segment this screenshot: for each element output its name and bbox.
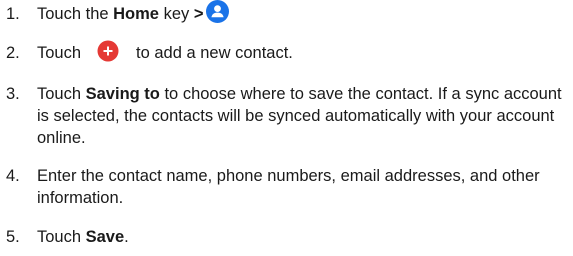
arrow-symbol: > — [193, 5, 204, 23]
saving-to-label: Saving to — [85, 85, 160, 103]
step-text: Touch to add a new contact. — [37, 40, 569, 64]
home-key-label: Home — [113, 5, 159, 23]
step-text-pre: Touch — [37, 85, 86, 103]
step-text-pre: Touch — [37, 228, 86, 246]
step-text-post: . — [124, 228, 129, 246]
step-text-post: key — [158, 5, 194, 23]
contacts-app-icon — [206, 0, 230, 24]
step-text: Touch Saving to to choose where to save … — [37, 83, 569, 149]
add-contact-plus-icon — [97, 40, 119, 62]
step-number: 5. — [6, 228, 20, 246]
save-label: Save — [85, 228, 125, 246]
step-text-post: to add a new contact. — [136, 44, 293, 62]
step-text-pre: Touch the — [37, 5, 114, 23]
step-text-pre: Touch — [37, 44, 82, 62]
step-number: 2. — [6, 44, 20, 62]
step-text: Touch the Home key > — [37, 0, 569, 25]
step-number: 4. — [6, 167, 20, 185]
step-number: 3. — [6, 85, 20, 103]
step-text: Touch Save. — [37, 226, 569, 248]
step-number: 1. — [6, 5, 20, 23]
step-text: Enter the contact name, phone numbers, e… — [37, 167, 540, 207]
